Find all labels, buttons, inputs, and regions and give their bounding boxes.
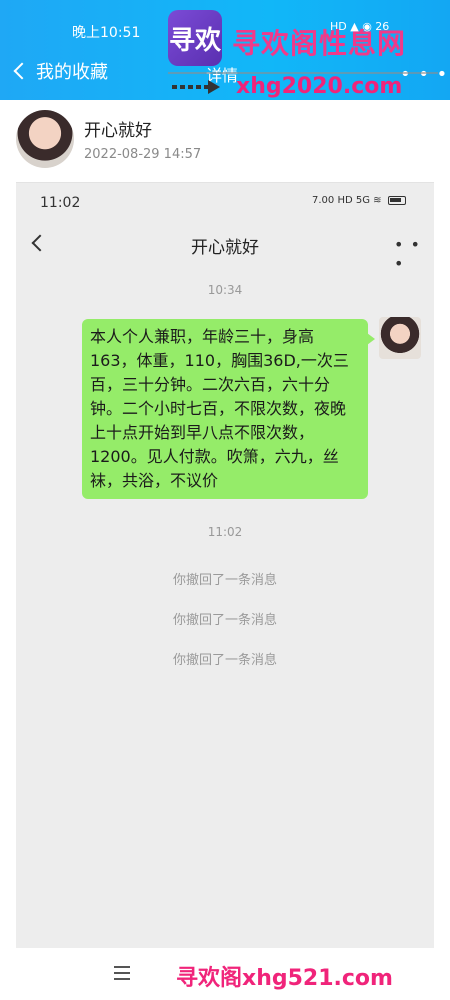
more-options-icon: • • • — [394, 235, 421, 273]
author-date: 2022-08-29 14:57 — [84, 147, 202, 162]
recalled-message: 你撤回了一条消息 — [172, 573, 277, 588]
author-name: 开心就好 — [84, 121, 152, 141]
avatar[interactable] — [16, 110, 74, 168]
shot-status-icons: 7.00 HD 5G ≋ — [312, 195, 406, 206]
message-time: 10:34 — [207, 283, 243, 297]
shot-status-text: 7.00 HD 5G ≋ — [312, 195, 382, 206]
watermark-site-url: xhg2020.com — [236, 74, 403, 99]
chat-title: 开心就好 — [191, 238, 259, 258]
battery-icon — [387, 196, 406, 205]
back-label: 我的收藏 — [36, 62, 108, 83]
top-bar: 晚上10:51 HD ▲ ◉ 26 我的收藏 详情 • • • 寻欢 寻欢阁性息… — [0, 0, 450, 100]
bottom-bar: 寻欢阁xhg521.com — [0, 948, 450, 1000]
message-bubble: 本人个人兼职，年龄三十，身高163，体重，110，胸围36D,一次三百，三十分钟… — [82, 319, 375, 499]
arrow-right-icon — [172, 80, 220, 94]
back-button[interactable]: 我的收藏 — [13, 58, 108, 84]
recalled-message: 你撤回了一条消息 — [172, 613, 277, 628]
recalled-message: 你撤回了一条消息 — [172, 653, 277, 668]
chevron-left-icon — [13, 62, 31, 80]
status-time: 晚上10:51 — [72, 25, 141, 41]
author-row: 开心就好 2022-08-29 14:57 — [0, 100, 450, 182]
watermark-logo: 寻欢 — [168, 10, 222, 66]
chat-screenshot[interactable]: 11:02 7.00 HD 5G ≋ 开心就好 • • • 10:34 本人个人… — [16, 182, 434, 948]
message-time: 11:02 — [207, 525, 243, 539]
avatar — [379, 317, 421, 359]
shot-status-time: 11:02 — [40, 195, 81, 211]
watermark-bottom: 寻欢阁xhg521.com — [176, 966, 393, 991]
watermark-site-name: 寻欢阁性息网 — [232, 27, 407, 60]
menu-icon[interactable] — [114, 966, 130, 980]
more-options-icon[interactable]: • • • — [400, 64, 448, 85]
